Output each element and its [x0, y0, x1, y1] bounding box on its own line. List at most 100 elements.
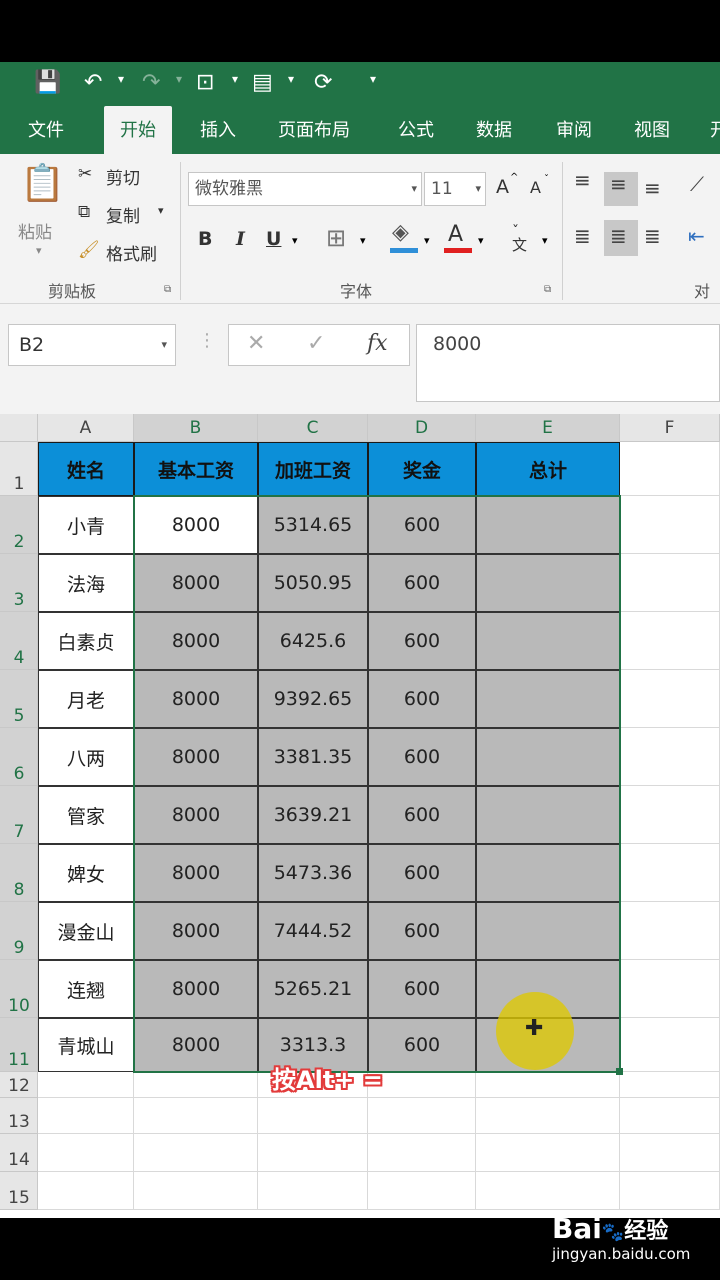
customize-qa-icon[interactable]: ▾ — [370, 72, 376, 86]
borders-dropdown-icon[interactable]: ▾ — [360, 234, 366, 247]
spreadsheet-grid[interactable]: A B C D E F 1 2 3 4 5 6 7 8 9 10 11 12 13 14 15 姓名 基本工资 加班工资 奖金总… — [0, 414, 720, 1218]
cancel-icon[interactable]: ✕ — [247, 331, 265, 356]
undo-dropdown-icon[interactable]: ▾ — [118, 72, 124, 86]
cell-b2[interactable]: 8000 — [134, 496, 258, 554]
cell-a6[interactable]: 八两 — [38, 728, 134, 786]
row-header-4[interactable]: 4 — [0, 612, 38, 670]
orientation-icon[interactable]: ⟋ — [690, 172, 704, 196]
format-painter-button[interactable]: 格式刷 — [106, 240, 157, 265]
cell-e13[interactable] — [476, 1098, 620, 1134]
copy-button[interactable]: 复制 — [106, 202, 140, 227]
cell-b15[interactable] — [134, 1172, 258, 1210]
cell-f12[interactable] — [620, 1072, 720, 1098]
cell-f5[interactable] — [620, 670, 720, 728]
font-name-select[interactable]: 微软雅黑 ▾ — [188, 172, 422, 206]
cell-f4[interactable] — [620, 612, 720, 670]
cell-d1[interactable]: 奖金 — [368, 442, 476, 496]
cell-d7[interactable]: 600 — [368, 786, 476, 844]
cell-a1[interactable]: 姓名 — [38, 442, 134, 496]
save-icon[interactable]: 💾 — [34, 70, 61, 96]
paste-dropdown-icon[interactable]: ▾ — [36, 244, 42, 257]
cell-d2[interactable]: 600 — [368, 496, 476, 554]
format-icon[interactable]: ▤ — [252, 70, 273, 96]
cell-d13[interactable] — [368, 1098, 476, 1134]
cell-b11[interactable]: 8000 — [134, 1018, 258, 1072]
cell-c9[interactable]: 7444.52 — [258, 902, 368, 960]
row-header-10[interactable]: 10 — [0, 960, 38, 1018]
align-right-icon[interactable]: ≣ — [644, 224, 661, 248]
cell-b1[interactable]: 基本工资 — [134, 442, 258, 496]
cut-icon[interactable]: ✂ — [78, 164, 92, 184]
cell-d6[interactable]: 600 — [368, 728, 476, 786]
cell-c10[interactable]: 5265.21 — [258, 960, 368, 1018]
tab-insert[interactable]: 插入 — [200, 106, 236, 154]
row-header-15[interactable]: 15 — [0, 1172, 38, 1210]
import-dropdown-icon[interactable]: ▾ — [232, 72, 238, 86]
cell-a11[interactable]: 青城山 — [38, 1018, 134, 1072]
cell-e5[interactable] — [476, 670, 620, 728]
name-box[interactable]: B2 ▾ — [8, 324, 176, 366]
cell-a3[interactable]: 法海 — [38, 554, 134, 612]
cell-e4[interactable] — [476, 612, 620, 670]
tab-view[interactable]: 视图 — [634, 106, 670, 154]
cell-f2[interactable] — [620, 496, 720, 554]
cell-e8[interactable] — [476, 844, 620, 902]
cell-e15[interactable] — [476, 1172, 620, 1210]
cell-c13[interactable] — [258, 1098, 368, 1134]
cell-c1[interactable]: 加班工资 — [258, 442, 368, 496]
cell-d9[interactable]: 600 — [368, 902, 476, 960]
row-header-13[interactable]: 13 — [0, 1098, 38, 1134]
borders-icon[interactable]: ⊞ — [326, 224, 346, 252]
font-launcher-icon[interactable]: ⧉ — [544, 284, 551, 295]
tab-review[interactable]: 审阅 — [556, 106, 592, 154]
copy-icon[interactable]: ⧉ — [78, 202, 90, 222]
align-middle-icon[interactable]: ≡ — [610, 172, 627, 196]
row-header-3[interactable]: 3 — [0, 554, 38, 612]
column-header-a[interactable]: A — [38, 414, 134, 442]
cell-b10[interactable]: 8000 — [134, 960, 258, 1018]
cell-b14[interactable] — [134, 1134, 258, 1172]
font-color-button[interactable]: A — [448, 222, 463, 247]
tab-file[interactable]: 文件 — [28, 106, 64, 154]
cell-f10[interactable] — [620, 960, 720, 1018]
row-header-9[interactable]: 9 — [0, 902, 38, 960]
cell-d4[interactable]: 600 — [368, 612, 476, 670]
format-painter-icon[interactable]: 🖌 — [78, 240, 100, 260]
underline-button[interactable]: U — [266, 228, 281, 250]
font-color-dropdown-icon[interactable]: ▾ — [478, 234, 484, 247]
refresh-icon[interactable]: ⟳ — [314, 70, 332, 96]
bold-button[interactable]: B — [198, 228, 212, 250]
italic-button[interactable]: I — [236, 228, 245, 250]
redo-icon[interactable]: ↷ — [142, 70, 160, 96]
column-header-d[interactable]: D — [368, 414, 476, 442]
cell-a12[interactable] — [38, 1072, 134, 1098]
cell-b7[interactable]: 8000 — [134, 786, 258, 844]
row-header-11[interactable]: 11 — [0, 1018, 38, 1072]
redo-dropdown-icon[interactable]: ▾ — [176, 72, 182, 86]
cell-e12[interactable] — [476, 1072, 620, 1098]
phonetic-button[interactable]: 文 — [512, 234, 527, 255]
cell-c6[interactable]: 3381.35 — [258, 728, 368, 786]
cell-c7[interactable]: 3639.21 — [258, 786, 368, 844]
cell-b8[interactable]: 8000 — [134, 844, 258, 902]
column-header-f[interactable]: F — [620, 414, 720, 442]
formula-input[interactable]: 8000 — [416, 324, 720, 402]
underline-dropdown-icon[interactable]: ▾ — [292, 234, 298, 247]
row-header-8[interactable]: 8 — [0, 844, 38, 902]
cell-e9[interactable] — [476, 902, 620, 960]
paste-icon[interactable]: 📋 — [20, 162, 65, 204]
fill-handle[interactable] — [616, 1068, 623, 1075]
cell-d5[interactable]: 600 — [368, 670, 476, 728]
cell-a2[interactable]: 小青 — [38, 496, 134, 554]
column-header-b[interactable]: B — [134, 414, 258, 442]
row-header-6[interactable]: 6 — [0, 728, 38, 786]
cell-a13[interactable] — [38, 1098, 134, 1134]
cell-f15[interactable] — [620, 1172, 720, 1210]
cell-a5[interactable]: 月老 — [38, 670, 134, 728]
import-icon[interactable]: ⊡ — [196, 70, 214, 96]
tab-page-layout[interactable]: 页面布局 — [278, 106, 350, 154]
row-header-7[interactable]: 7 — [0, 786, 38, 844]
row-header-1[interactable]: 1 — [0, 442, 38, 496]
cell-a15[interactable] — [38, 1172, 134, 1210]
cell-a7[interactable]: 管家 — [38, 786, 134, 844]
